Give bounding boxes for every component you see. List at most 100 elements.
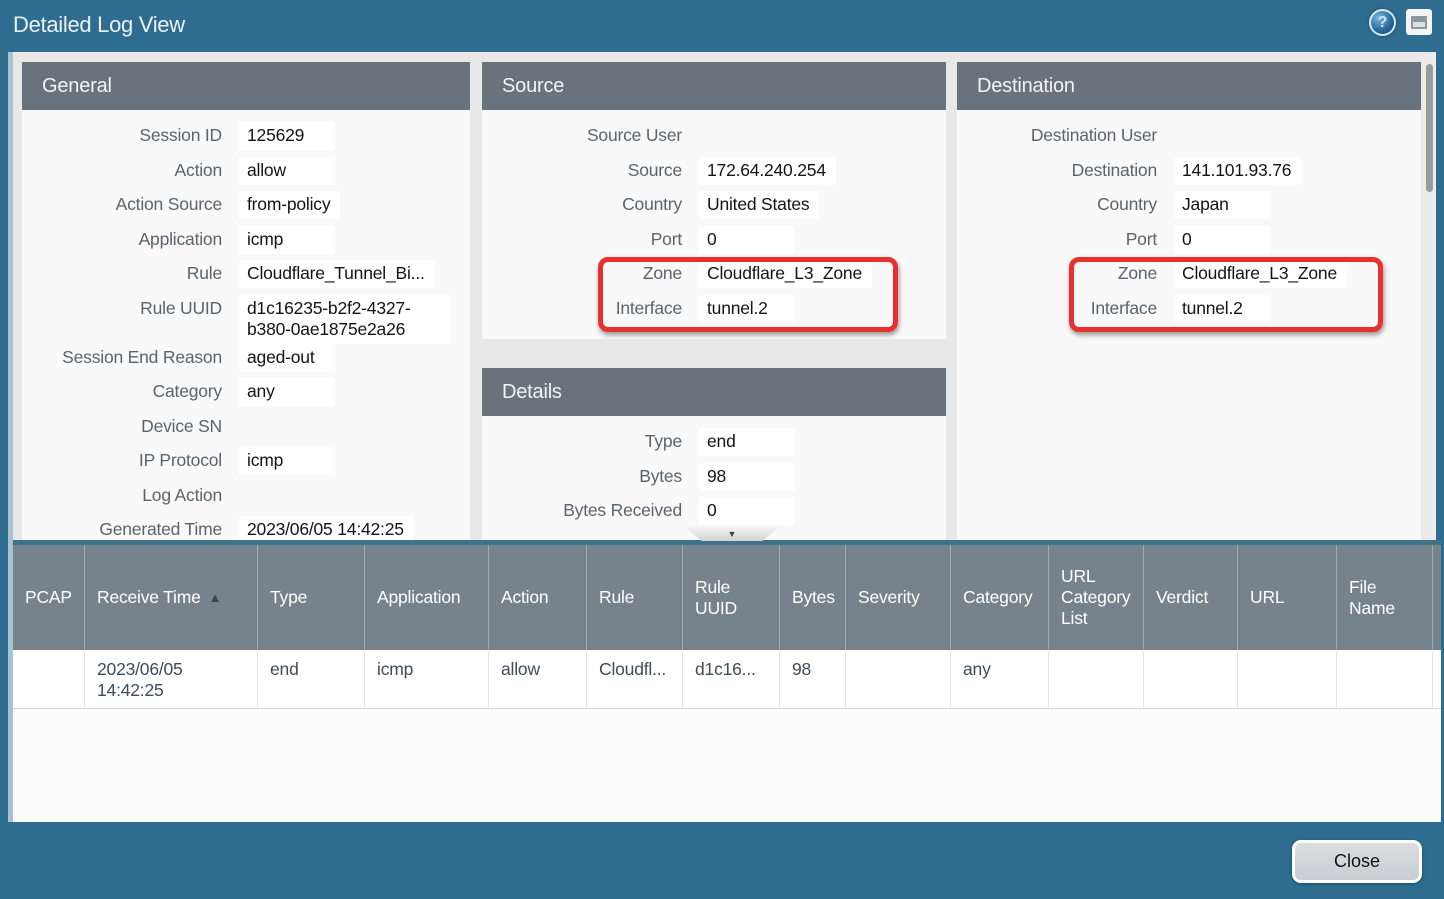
field-row-destination-country: Country Japan bbox=[957, 191, 1421, 226]
column-label: Category bbox=[963, 587, 1032, 608]
destination-panel: Destination Destination User Destination… bbox=[957, 62, 1421, 540]
field-label: Rule UUID bbox=[22, 295, 222, 319]
field-row-application: Application icmp bbox=[22, 226, 470, 261]
field-value: 172.64.240.254 bbox=[699, 157, 836, 185]
cell-pcap bbox=[13, 652, 85, 708]
window-pane-glyph bbox=[1411, 16, 1427, 29]
column-label: Application bbox=[377, 587, 460, 608]
field-row-bytes-received: Bytes Received 0 bbox=[482, 497, 946, 532]
field-label: Type bbox=[482, 428, 682, 452]
field-row-session-end-reason: Session End Reason aged-out bbox=[22, 344, 470, 379]
column-label: Receive Time bbox=[97, 587, 201, 608]
field-label: Session End Reason bbox=[22, 344, 222, 368]
field-row-device-sn: Device SN bbox=[22, 413, 470, 448]
column-label: URL bbox=[1250, 587, 1284, 608]
field-row-rule: Rule Cloudflare_Tunnel_Bi... bbox=[22, 260, 470, 295]
table-row[interactable]: 2023/06/05 14:42:25 end icmp allow Cloud… bbox=[13, 652, 1441, 709]
cell-receive-time: 2023/06/05 14:42:25 bbox=[85, 652, 258, 708]
field-value: icmp bbox=[239, 447, 335, 475]
field-row-type: Type end bbox=[482, 428, 946, 463]
field-label: Source User bbox=[482, 122, 682, 146]
field-value: icmp bbox=[239, 226, 335, 254]
field-value: United States bbox=[699, 191, 819, 219]
field-label: Zone bbox=[482, 260, 682, 284]
details-panel: Details Type end Bytes 98 Bytes Received… bbox=[482, 368, 946, 540]
field-row-source-interface: Interface tunnel.2 bbox=[482, 295, 946, 330]
field-row-source-user: Source User bbox=[482, 122, 946, 157]
field-row-destination: Destination 141.101.93.76 bbox=[957, 157, 1421, 192]
field-value: 98 bbox=[699, 463, 795, 491]
field-row-ip-protocol: IP Protocol icmp bbox=[22, 447, 470, 482]
field-value: 0 bbox=[699, 226, 795, 254]
dialog-title: Detailed Log View bbox=[13, 12, 185, 38]
cell-url bbox=[1238, 652, 1337, 708]
log-detail-panels-area: General Session ID 125629 Action allow A… bbox=[13, 52, 1436, 540]
source-panel-body: Source User Source 172.64.240.254 Countr… bbox=[482, 110, 946, 329]
column-label: Rule UUID bbox=[695, 577, 773, 619]
column-header-bytes[interactable]: Bytes bbox=[780, 545, 846, 650]
field-row-destination-zone: Zone Cloudflare_L3_Zone bbox=[957, 260, 1421, 295]
dialog-content: General Session ID 125629 Action allow A… bbox=[8, 52, 1436, 822]
dialog-titlebar: Detailed Log View ? bbox=[0, 0, 1444, 52]
field-row-source-port: Port 0 bbox=[482, 226, 946, 261]
field-label: Country bbox=[482, 191, 682, 215]
field-value: tunnel.2 bbox=[1174, 295, 1270, 323]
column-header-category[interactable]: Category bbox=[951, 545, 1049, 650]
field-label: Bytes bbox=[482, 463, 682, 487]
column-label: File Name bbox=[1349, 577, 1426, 619]
field-label: Destination User bbox=[957, 122, 1157, 146]
destination-panel-header: Destination bbox=[957, 62, 1421, 110]
column-header-file-name[interactable]: File Name bbox=[1337, 545, 1433, 650]
chevron-down-icon: ▼ bbox=[728, 529, 737, 539]
field-label: Generated Time bbox=[22, 516, 222, 540]
close-button[interactable]: Close bbox=[1292, 840, 1422, 883]
field-label: Action Source bbox=[22, 191, 222, 215]
column-header-type[interactable]: Type bbox=[258, 545, 365, 650]
field-row-session-id: Session ID 125629 bbox=[22, 122, 470, 157]
scrollbar[interactable] bbox=[1423, 54, 1436, 538]
cell-action: allow bbox=[489, 652, 587, 708]
column-label: Verdict bbox=[1156, 587, 1208, 608]
cell-type: end bbox=[258, 652, 365, 708]
field-row-generated-time: Generated Time 2023/06/05 14:42:25 bbox=[22, 516, 470, 540]
field-label: Category bbox=[22, 378, 222, 402]
help-icon[interactable]: ? bbox=[1369, 9, 1396, 36]
window-restore-icon[interactable] bbox=[1406, 9, 1432, 35]
sort-ascending-icon: ▲ bbox=[209, 590, 222, 605]
general-panel-header: General bbox=[22, 62, 470, 110]
cell-category: any bbox=[951, 652, 1049, 708]
field-value: Cloudflare_L3_Zone bbox=[699, 260, 872, 288]
column-label: Bytes bbox=[792, 587, 835, 608]
cell-rule-uuid: d1c16... bbox=[683, 652, 780, 708]
column-header-rule-uuid[interactable]: Rule UUID bbox=[683, 545, 780, 650]
cell-bytes: 98 bbox=[780, 652, 846, 708]
column-header-rule[interactable]: Rule bbox=[587, 545, 683, 650]
scrollbar-thumb[interactable] bbox=[1426, 64, 1433, 192]
column-header-receive-time[interactable]: Receive Time ▲ bbox=[85, 545, 258, 650]
help-glyph: ? bbox=[1378, 14, 1388, 32]
source-panel: Source Source User Source 172.64.240.254… bbox=[482, 62, 946, 339]
field-label: Interface bbox=[957, 295, 1157, 319]
column-header-url-category-list[interactable]: URL Category List bbox=[1049, 545, 1144, 650]
field-label: Port bbox=[957, 226, 1157, 250]
column-header-action[interactable]: Action bbox=[489, 545, 587, 650]
column-label: PCAP bbox=[25, 587, 72, 608]
field-label: Interface bbox=[482, 295, 682, 319]
table-header-row: PCAP Receive Time ▲ Type Application Acti… bbox=[13, 545, 1441, 650]
column-label: Severity bbox=[858, 587, 920, 608]
field-value: allow bbox=[239, 157, 335, 185]
field-value: aged-out bbox=[239, 344, 335, 372]
column-header-severity[interactable]: Severity bbox=[846, 545, 951, 650]
field-value: Japan bbox=[1174, 191, 1270, 219]
column-label: Type bbox=[270, 587, 307, 608]
field-row-source-country: Country United States bbox=[482, 191, 946, 226]
column-header-application[interactable]: Application bbox=[365, 545, 489, 650]
column-header-verdict[interactable]: Verdict bbox=[1144, 545, 1238, 650]
column-header-url[interactable]: URL bbox=[1238, 545, 1337, 650]
field-row-source: Source 172.64.240.254 bbox=[482, 157, 946, 192]
cell-file-name bbox=[1337, 652, 1433, 708]
field-value: d1c16235-b2f2-4327-b380-0ae1875e2a26 bbox=[239, 295, 451, 344]
details-panel-header: Details bbox=[482, 368, 946, 416]
cell-verdict bbox=[1144, 652, 1238, 708]
column-header-pcap[interactable]: PCAP bbox=[13, 545, 85, 650]
